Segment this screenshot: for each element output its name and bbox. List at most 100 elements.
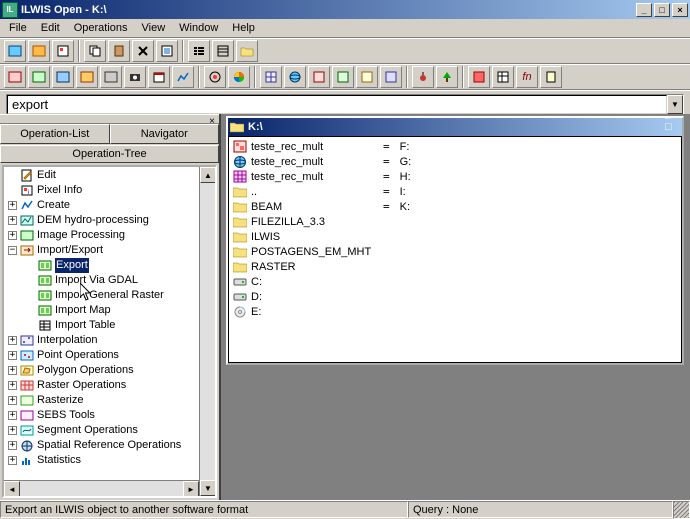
maximize-button[interactable]: □ [654,3,670,17]
tree-item[interactable]: +Spatial Reference Operations [4,438,199,453]
scroll-up-icon[interactable]: ▲ [200,167,216,183]
tb-pixel-icon[interactable] [52,40,74,62]
menu-view[interactable]: View [135,20,173,36]
catalog-item[interactable]: ILWIS [233,229,375,244]
tb2-1-icon[interactable] [4,66,26,88]
catalog-item[interactable]: D: [233,289,375,304]
tb2-2-icon[interactable] [28,66,50,88]
tree-item[interactable]: +Rasterize [4,393,199,408]
catalog-maximize-button[interactable]: □ [665,121,680,134]
tb2-grid4-icon[interactable] [356,66,378,88]
minimize-button[interactable]: _ [636,3,652,17]
tree-expand-icon[interactable]: + [8,336,17,345]
tree-item[interactable]: +Statistics [4,453,199,468]
tree-item[interactable]: +Point Operations [4,348,199,363]
tb2-red-icon[interactable] [468,66,490,88]
scroll-left-icon[interactable]: ◄ [4,481,20,497]
operation-tree[interactable]: EditiPixel Info+Create+DEM hydro-process… [4,167,199,480]
tree-expand-icon[interactable]: + [8,366,17,375]
scroll-right-icon[interactable]: ► [183,481,199,497]
catalog-item[interactable]: C: [233,274,375,289]
tree-item[interactable]: +SEBS Tools [4,408,199,423]
tb-delete-icon[interactable] [132,40,154,62]
tb2-camera-icon[interactable] [124,66,146,88]
tab-operation-list[interactable]: Operation-List [0,124,110,144]
tb2-script-icon[interactable] [540,66,562,88]
tree-item[interactable]: iPixel Info [4,183,199,198]
menu-help[interactable]: Help [225,20,262,36]
tb2-4-icon[interactable] [76,66,98,88]
tb2-tree-icon[interactable] [436,66,458,88]
tree-expand-icon[interactable]: + [8,396,17,405]
tb2-calendar-icon[interactable] [148,66,170,88]
catalog-item[interactable]: =I: [383,184,435,199]
tree-item[interactable]: Edit [4,168,199,183]
tree-item[interactable]: Export [4,258,199,273]
tb2-grid3-icon[interactable] [332,66,354,88]
tree-item[interactable]: +Interpolation [4,333,199,348]
catalog-item[interactable]: FILEZILLA_3.3 [233,214,375,229]
tree-item[interactable]: +Raster Operations [4,378,199,393]
tb-copy-icon[interactable] [84,40,106,62]
catalog-item[interactable]: BEAM [233,199,375,214]
catalog-item[interactable]: =K: [383,199,435,214]
tree-expand-icon[interactable]: + [8,351,17,360]
tb-props-icon[interactable] [156,40,178,62]
catalog-item[interactable]: RASTER [233,259,375,274]
tree-item[interactable]: +Create [4,198,199,213]
tb2-fn-icon[interactable]: fn [516,66,538,88]
tb2-wheel1-icon[interactable] [204,66,226,88]
tree-item[interactable]: +Polygon Operations [4,363,199,378]
tree-expand-icon[interactable]: + [8,201,17,210]
tree-expand-icon[interactable]: + [8,231,17,240]
catalog-item[interactable]: teste_rec_mult [233,154,375,169]
tb2-grid5-icon[interactable] [380,66,402,88]
tree-item[interactable]: +DEM hydro-processing [4,213,199,228]
catalog-item[interactable]: POSTAGENS_EM_MHT [233,244,375,259]
catalog-minimize-button[interactable]: _ [665,108,680,121]
tree-expand-icon[interactable]: + [8,426,17,435]
tree-expand-icon[interactable]: + [8,216,17,225]
tree-item[interactable]: −Import/Export [4,243,199,258]
tree-hscrollbar[interactable]: ◄ ► [4,480,199,496]
tb-folder-up-icon[interactable] [236,40,258,62]
tab-navigator[interactable]: Navigator [110,124,220,144]
catalog-item[interactable]: .. [233,184,375,199]
menu-window[interactable]: Window [172,20,225,36]
tb2-table-icon[interactable] [492,66,514,88]
tb-list-icon[interactable] [188,40,210,62]
tree-item[interactable]: +Image Processing [4,228,199,243]
tree-item[interactable]: Import Via GDAL [4,273,199,288]
menu-operations[interactable]: Operations [67,20,135,36]
tree-expand-icon[interactable]: + [8,441,17,450]
catalog-body[interactable]: teste_rec_multteste_rec_multteste_rec_mu… [228,136,682,363]
tb2-globe-icon[interactable] [284,66,306,88]
command-input[interactable] [7,95,667,114]
catalog-item[interactable]: teste_rec_mult [233,139,375,154]
tb-paste-icon[interactable] [108,40,130,62]
tb2-grid2-icon[interactable] [308,66,330,88]
tb-raster-icon[interactable] [28,40,50,62]
tree-item[interactable]: Import Table [4,318,199,333]
catalog-item[interactable]: =F: [383,139,435,154]
tree-item[interactable]: Import Map [4,303,199,318]
tree-item[interactable]: +Segment Operations [4,423,199,438]
resize-grip[interactable] [673,501,690,519]
catalog-titlebar[interactable]: K:\ _ □ × [228,118,682,136]
tree-expand-icon[interactable]: + [8,411,17,420]
tree-expand-icon[interactable]: − [8,246,17,255]
tb2-graph-icon[interactable] [172,66,194,88]
tb2-wheel2-icon[interactable] [228,66,250,88]
tree-expand-icon[interactable]: + [8,381,17,390]
tb2-3-icon[interactable] [52,66,74,88]
tree-item[interactable]: Import General Raster [4,288,199,303]
catalog-item[interactable]: =G: [383,154,435,169]
tb2-bug-icon[interactable] [412,66,434,88]
scroll-down-icon[interactable]: ▼ [200,480,216,496]
tb-map-icon[interactable] [4,40,26,62]
tree-vscrollbar[interactable]: ▲ ▼ [199,167,215,496]
tree-expand-icon[interactable]: + [8,456,17,465]
catalog-item[interactable]: =H: [383,169,435,184]
menu-edit[interactable]: Edit [34,20,67,36]
tb2-5-icon[interactable] [100,66,122,88]
